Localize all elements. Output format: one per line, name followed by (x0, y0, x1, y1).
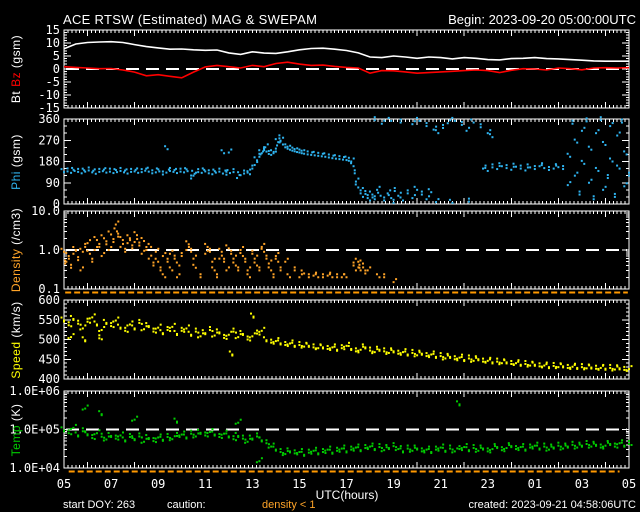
series-density (60, 220, 398, 284)
xtick-label: 03 (575, 477, 589, 491)
ytick-label: 450 (38, 352, 60, 366)
ytick-label: 600 (38, 293, 60, 307)
ytick-label: 5 (53, 49, 60, 63)
ytick-label: 1.0E+04 (9, 461, 60, 475)
series-bt (63, 40, 629, 63)
caution-value: density < 1 (262, 499, 316, 511)
ytick-label: 90 (46, 176, 60, 190)
xtick-label: 05 (57, 477, 71, 491)
ytick-label: 1.0 (38, 243, 60, 257)
ytick-label: 0 (53, 62, 60, 76)
xtick-label: 13 (245, 477, 259, 491)
xtick-label: 11 (198, 477, 212, 491)
chart-canvas: 151050-5-10-1536027018090010.01.00.16005… (9, 23, 636, 491)
ace-rtsw-plot: ACE RTSW (Estimated) MAG & SWEPAM Begin:… (0, 0, 640, 512)
xtick-label: 01 (528, 477, 542, 491)
ytick-label: -5 (46, 75, 60, 89)
ytick-label: 1.0E+06 (9, 384, 60, 398)
ytick-label: 500 (38, 333, 60, 347)
panel-speed: 600550500450400 (38, 293, 633, 386)
xtick-label: 23 (481, 477, 495, 491)
series-temp (60, 400, 633, 464)
ytick-label: 360 (38, 112, 60, 126)
xtick-label: 07 (104, 477, 118, 491)
ytick-label: 270 (38, 133, 60, 147)
yaxis-label-gsm: (gsm) (9, 34, 23, 72)
xtick-label: 09 (151, 477, 165, 491)
panel-density: 10.01.00.1 (31, 204, 630, 296)
ytick-label: -10 (38, 88, 60, 102)
ytick-label: 15 (46, 23, 60, 37)
yaxis-label-density: Density (/cm3) (9, 207, 23, 293)
xtick-label: 05 (622, 477, 636, 491)
ytick-label: 550 (38, 313, 60, 327)
series-speed (60, 312, 633, 372)
ytick-label: 10 (46, 36, 60, 50)
ytick-label: 10.0 (31, 204, 60, 218)
yaxis-label-speed: Speed (km/s) (9, 301, 23, 379)
yaxis-label-mag: Bt Bz (gsm) (9, 35, 23, 103)
xtick-label: 21 (433, 477, 447, 491)
created-timestamp: created: 2023-09-21 04:58:06UTC (468, 499, 636, 511)
panel-temp: 1.0E+061.0E+051.0E+04 (9, 384, 633, 475)
yaxis-label-bt: Bt (9, 86, 23, 104)
panel-phi: 360270180900 (38, 112, 630, 211)
yaxis-label-temp: Temp (K) (9, 403, 23, 457)
ytick-label: 180 (38, 155, 60, 169)
yaxis-label-phi: Phi (gsm) (9, 134, 23, 190)
series-phi (60, 116, 630, 204)
caution-label: caution: (167, 499, 206, 511)
panel-mag: 151050-5-10-15 (38, 23, 630, 115)
start-doy-label: start DOY: 263 (63, 499, 136, 511)
yaxis-label-bz: Bz (9, 71, 23, 87)
